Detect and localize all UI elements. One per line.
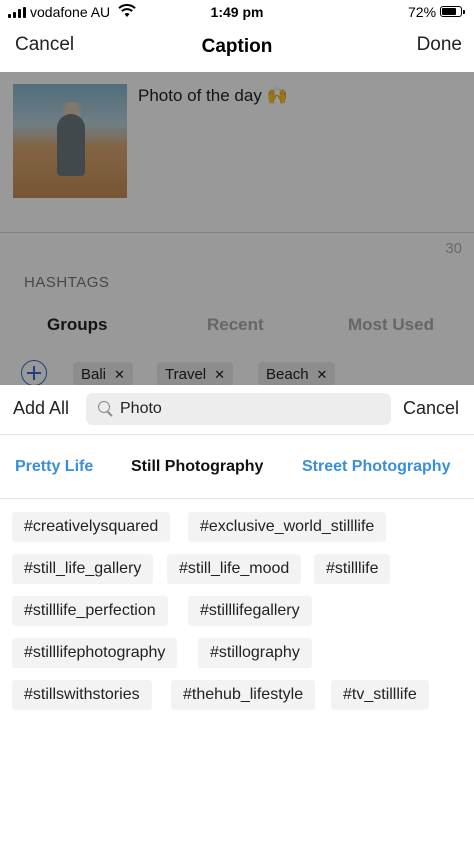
hashtag-chip[interactable]: #stillswithstories	[12, 680, 152, 710]
page-title: Caption	[201, 36, 273, 57]
hashtag-chip[interactable]: #stillography	[198, 638, 312, 668]
search-icon	[98, 401, 110, 413]
status-bar: vodafone AU 1:49 pm 72%	[0, 0, 474, 24]
hashtag-chip[interactable]: #stilllife	[314, 554, 391, 584]
status-time: 1:49 pm	[210, 4, 264, 20]
done-button[interactable]: Done	[417, 34, 462, 56]
hashtag-chip[interactable]: #creativelysquared	[12, 512, 171, 542]
battery-percent: 72%	[408, 4, 437, 20]
search-cancel-button[interactable]: Cancel	[403, 398, 459, 419]
hashtag-chip[interactable]: #stilllife_perfection	[12, 596, 168, 626]
battery-icon	[440, 6, 465, 17]
hashtag-chip[interactable]: #still_life_mood	[167, 554, 302, 584]
divider	[0, 434, 474, 435]
divider	[0, 498, 474, 499]
search-input[interactable]	[120, 393, 380, 425]
hashtag-chip[interactable]: #exclusive_world_stilllife	[188, 512, 387, 542]
search-field[interactable]	[86, 393, 391, 425]
hashtag-chip[interactable]: #tv_stilllife	[331, 680, 429, 710]
add-all-button[interactable]: Add All	[13, 398, 69, 419]
hashtag-chip[interactable]: #thehub_lifestyle	[171, 680, 316, 710]
tab-pretty-life[interactable]: Pretty Life	[15, 458, 93, 476]
tab-street-photography[interactable]: Street Photography	[302, 458, 450, 476]
tab-still-photography[interactable]: Still Photography	[131, 458, 263, 476]
dim-overlay[interactable]	[0, 72, 474, 385]
hashtag-chip[interactable]: #still_life_gallery	[12, 554, 154, 584]
hashtag-chip[interactable]: #stilllifephotography	[12, 638, 178, 668]
hashtag-chip[interactable]: #stilllifegallery	[188, 596, 312, 626]
